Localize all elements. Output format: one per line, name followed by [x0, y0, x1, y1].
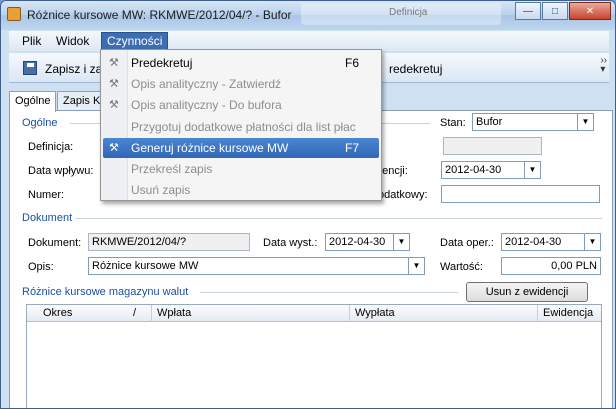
stan-select[interactable]: Bufor ▼ — [472, 113, 594, 131]
menu-czynnosci[interactable]: Czynności — [101, 32, 169, 50]
opis-label: Opis: — [28, 261, 54, 273]
numer-dodatkowy-label: odatkowy: — [378, 189, 428, 201]
predekretuj-button[interactable]: redekretuj — [389, 62, 442, 76]
dokument-label: Dokument: — [28, 237, 82, 249]
app-icon — [7, 7, 21, 21]
opis-value: Różnice kursowe MW — [92, 260, 199, 272]
menu-item-label: Predekretuj — [131, 56, 193, 70]
menu-item-5[interactable]: Przekreśl zapis — [103, 159, 379, 179]
chevron-down-icon[interactable]: ▼ — [393, 234, 409, 250]
stan-label: Stan: — [440, 117, 466, 129]
background-window-title: Definicja — [389, 7, 428, 18]
maximize-icon: □ — [551, 5, 559, 17]
section-divider — [200, 292, 458, 293]
section-ogolne: Ogólne — [22, 117, 58, 129]
wand-icon: ⚒ — [109, 142, 119, 154]
data-ewidencji-field[interactable]: 2012-04-30 ▼ — [441, 161, 541, 179]
menu-item-label: Przekreśl zapis — [131, 162, 213, 176]
title-bar: Różnice kursowe MW: RKMWE/2012/04/? - Bu… — [1, 1, 615, 29]
column-divider[interactable] — [349, 305, 350, 322]
data-wyst-label: Data wyst.: — [263, 237, 318, 249]
roznice-grid: Okres / Wpłata Wypłata Ewidencja — [26, 304, 602, 408]
menu-item-4[interactable]: ⚒ Generuj różnice kursowe MW F7 — [103, 138, 379, 158]
column-divider[interactable] — [537, 305, 538, 322]
column-divider[interactable] — [151, 305, 152, 322]
chevron-down-icon[interactable]: ▼ — [524, 162, 540, 178]
czynnosci-dropdown: ⚒ Predekretuj F6 ⚒ Opis analityczny - Zatwie… — [100, 49, 382, 201]
wand-icon: ⚒ — [109, 78, 119, 90]
menu-item-label: Przygotuj dodatkowe płatności dla list p… — [131, 120, 356, 134]
opis-field[interactable]: Różnice kursowe MW ▼ — [88, 257, 425, 275]
col-okres[interactable]: Okres — [43, 307, 72, 319]
data-wyst-value: 2012-04-30 — [329, 236, 386, 248]
wartosc-label: Wartość: — [440, 261, 483, 273]
tab-ogolne[interactable]: Ogólne — [9, 91, 57, 112]
numer-dodatkowy-field[interactable] — [441, 185, 600, 203]
minimize-icon: — — [523, 5, 533, 17]
background-window: Definicja — [301, 3, 501, 25]
menu-bar: Plik Widok Czynności — [9, 31, 609, 51]
numer-label: Numer: — [28, 189, 65, 201]
minimize-button[interactable]: — — [515, 2, 541, 20]
menu-item-label: Generuj różnice kursowe MW — [131, 141, 289, 155]
grid-header: Okres / Wpłata Wypłata Ewidencja — [27, 305, 601, 322]
stan-value: Bufor — [476, 116, 503, 128]
save-button[interactable]: Zapisz i za — [45, 62, 102, 76]
data-oper-field[interactable]: 2012-04-30 ▼ — [501, 233, 601, 251]
menu-item-label: Usuń zapis — [131, 183, 191, 197]
menu-item-label: Opis analityczny - Zatwierdź — [131, 77, 282, 91]
section-roznice: Różnice kursowe magazynu walut — [22, 286, 189, 298]
dokument-field: RKMWE/2012/04/? — [88, 233, 250, 251]
menu-item-0[interactable]: ⚒ Predekretuj F6 — [103, 53, 379, 73]
definicja-field — [443, 137, 542, 155]
main-window: Różnice kursowe MW: RKMWE/2012/04/? - Bu… — [0, 0, 616, 409]
data-wplywu-label: Data wpływu: — [28, 165, 94, 177]
tab-zapis[interactable]: Zapis K — [57, 91, 107, 111]
close-button[interactable]: ✕ — [569, 2, 611, 20]
col-wplata[interactable]: Wpłata — [157, 307, 191, 319]
col-sort[interactable]: / — [133, 307, 136, 319]
toolbar-overflow-icon[interactable]: ›› ▾ — [600, 56, 607, 75]
menu-item-6[interactable]: Usuń zapis — [103, 180, 379, 200]
col-ewidencja[interactable]: Ewidencja — [543, 307, 593, 319]
close-icon: ✕ — [585, 5, 595, 17]
col-wyplata[interactable]: Wypłata — [355, 307, 395, 319]
wand-icon: ⚒ — [109, 99, 119, 111]
data-oper-value: 2012-04-30 — [505, 236, 562, 248]
data-wyst-field[interactable]: 2012-04-30 ▼ — [325, 233, 410, 251]
chevron-down-icon[interactable]: ▼ — [408, 258, 424, 274]
data-ewidencji-value: 2012-04-30 — [445, 164, 502, 176]
chevron-down-icon[interactable]: ▼ — [584, 234, 600, 250]
menu-item-3[interactable]: Przygotuj dodatkowe płatności dla list p… — [103, 117, 379, 137]
menu-item-shortcut: F6 — [345, 56, 360, 70]
save-icon[interactable] — [23, 61, 37, 75]
definicja-label: Definicja: — [28, 141, 74, 153]
menu-item-2[interactable]: ⚒ Opis analityczny - Do bufora — [103, 95, 379, 115]
wartosc-field[interactable]: 0,00 PLN — [501, 257, 601, 275]
data-oper-label: Data oper.: — [440, 237, 494, 249]
menu-item-shortcut: F7 — [345, 141, 360, 155]
wand-icon: ⚒ — [109, 57, 119, 69]
chevron-down-icon[interactable]: ▼ — [577, 114, 593, 130]
section-dokument: Dokument — [22, 212, 73, 224]
menu-item-label: Opis analityczny - Do bufora — [131, 98, 282, 112]
usun-z-ewidencji-button[interactable]: Usun z ewidencji — [466, 282, 588, 302]
window-title: Różnice kursowe MW: RKMWE/2012/04/? - Bu… — [27, 8, 292, 22]
menu-plik[interactable]: Plik — [17, 33, 46, 49]
menu-widok[interactable]: Widok — [51, 33, 94, 49]
menu-item-1[interactable]: ⚒ Opis analityczny - Zatwierdź — [103, 74, 379, 94]
maximize-button[interactable]: □ — [542, 2, 568, 20]
section-divider — [76, 218, 602, 219]
